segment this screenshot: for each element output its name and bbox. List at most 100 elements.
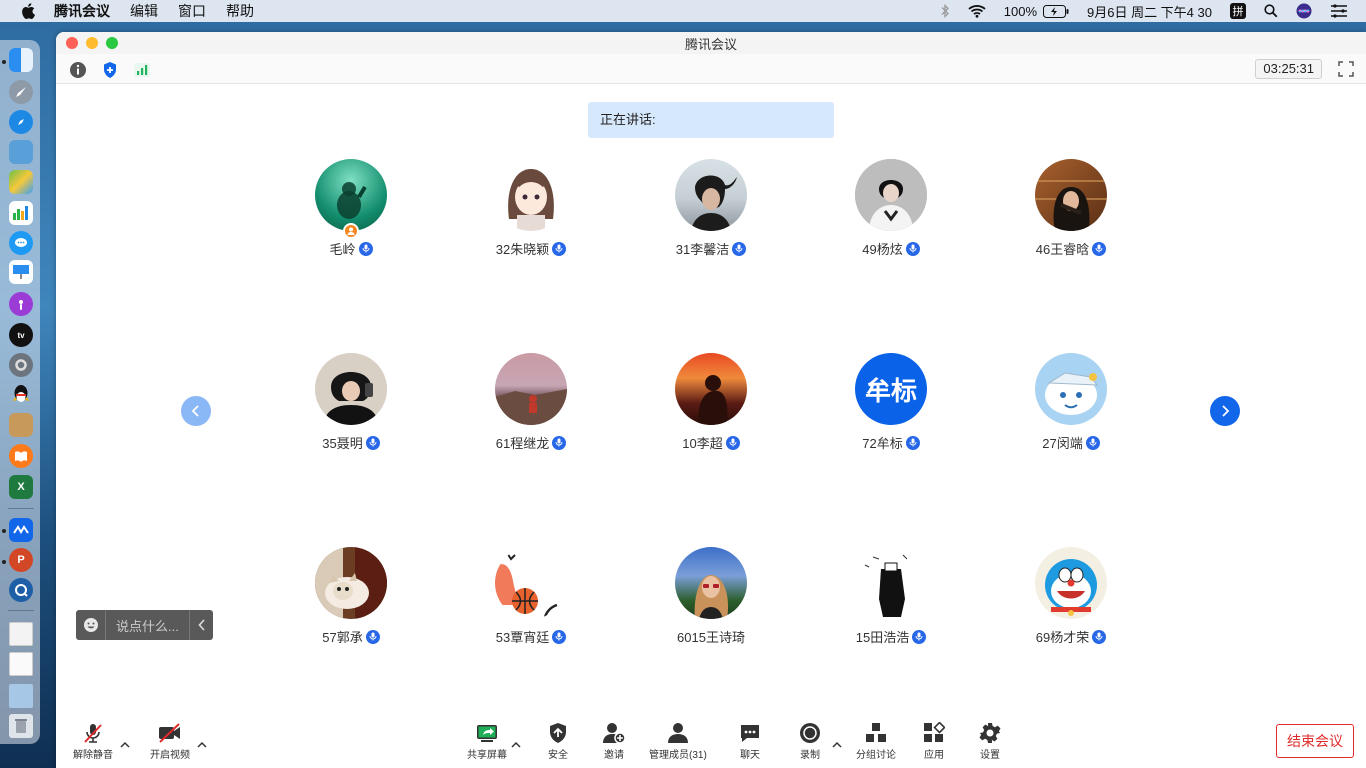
collapse-chat-button[interactable] xyxy=(189,610,213,640)
participant-tile[interactable]: 15田浩浩 xyxy=(821,547,961,657)
avatar xyxy=(675,547,747,619)
photo-thumbnail-icon[interactable] xyxy=(9,684,33,708)
participant-tile[interactable]: 32朱晓颖 xyxy=(461,159,601,269)
participant-name: 57郭承 xyxy=(322,630,363,645)
siri-icon[interactable] xyxy=(1296,3,1312,19)
emoji-icon[interactable] xyxy=(76,610,106,640)
share-options-caret-icon[interactable] xyxy=(511,736,521,748)
close-window-button[interactable] xyxy=(66,37,78,49)
fullscreen-icon[interactable] xyxy=(1338,61,1354,77)
record-button[interactable]: 录制 xyxy=(797,722,823,761)
control-center-icon[interactable] xyxy=(1330,4,1348,18)
zoom-window-button[interactable] xyxy=(106,37,118,49)
network-signal-icon[interactable] xyxy=(132,60,152,80)
participant-tile[interactable]: 49杨炫 xyxy=(821,159,961,269)
breakout-rooms-label: 分组讨论 xyxy=(856,750,896,761)
end-meeting-button[interactable]: 结束会议 xyxy=(1276,724,1354,758)
participant-name: 69杨才荣 xyxy=(1035,630,1090,645)
avatar xyxy=(855,159,927,231)
participant-tile[interactable]: 35聂明 xyxy=(281,353,421,463)
unmute-button[interactable]: 解除静音 xyxy=(73,722,113,761)
security-button[interactable]: 安全 xyxy=(545,722,571,761)
settings-button[interactable]: 设置 xyxy=(977,722,1003,761)
speaking-indicator: 正在讲话: xyxy=(588,102,834,138)
meeting-controls-bar: 解除静音 开启视频 共享屏幕 安全 邀请 管理成员(31) 聊天 录制 分组讨论… xyxy=(56,708,1366,768)
participant-tile[interactable]: 69杨才荣 xyxy=(1001,547,1141,657)
audio-options-caret-icon[interactable] xyxy=(120,736,130,748)
trash-icon[interactable] xyxy=(9,714,33,738)
tencent-meeting-icon[interactable] xyxy=(9,518,33,542)
safari-icon[interactable] xyxy=(9,110,33,134)
powerpoint-icon[interactable]: P xyxy=(9,548,33,572)
participant-tile[interactable]: 31李馨洁 xyxy=(641,159,781,269)
input-method-icon[interactable]: 拼 xyxy=(1230,3,1246,19)
avatar xyxy=(855,547,927,619)
minimize-window-button[interactable] xyxy=(86,37,98,49)
avatar xyxy=(315,547,387,619)
wifi-icon[interactable] xyxy=(968,4,986,18)
record-options-caret-icon[interactable] xyxy=(832,736,842,748)
next-page-button[interactable] xyxy=(1210,396,1240,426)
share-screen-icon xyxy=(474,722,500,744)
menu-edit[interactable]: 编辑 xyxy=(130,1,158,21)
participant-name: 53覃宵廷 xyxy=(495,630,550,645)
add-user-icon xyxy=(601,722,627,744)
podcasts-icon[interactable] xyxy=(9,292,33,316)
invite-button[interactable]: 邀请 xyxy=(601,722,627,761)
info-icon[interactable] xyxy=(68,60,88,80)
qq-icon[interactable] xyxy=(9,383,33,407)
quicktime-icon[interactable] xyxy=(9,578,33,602)
participant-tile[interactable]: 6015王诗琦 xyxy=(641,547,781,657)
excel-icon[interactable]: X xyxy=(9,475,33,499)
participant-name: 61程继龙 xyxy=(495,436,550,451)
messages-icon[interactable] xyxy=(9,231,33,255)
microphone-icon xyxy=(1092,241,1107,256)
launchpad-icon[interactable] xyxy=(9,80,33,104)
menu-help[interactable]: 帮助 xyxy=(226,1,254,21)
share-screen-button[interactable]: 共享屏幕 xyxy=(467,722,507,761)
notes-app-icon[interactable] xyxy=(9,413,33,437)
menu-app-name[interactable]: 腾讯会议 xyxy=(54,1,110,21)
participant-tile[interactable]: 57郭承 xyxy=(281,547,421,657)
participant-tile[interactable]: 毛岭 xyxy=(281,159,421,269)
document-thumbnail-icon[interactable] xyxy=(9,652,33,676)
document-thumbnail-icon[interactable] xyxy=(9,622,33,646)
microphone-icon xyxy=(912,629,927,644)
participant-tile[interactable]: 46王睿晗 xyxy=(1001,159,1141,269)
clock[interactable]: 9月6日 周二 下午4 30 xyxy=(1087,2,1212,21)
maps-icon[interactable] xyxy=(9,170,33,194)
menu-window[interactable]: 窗口 xyxy=(178,1,206,21)
participant-name: 毛岭 xyxy=(329,242,356,257)
microphone-icon xyxy=(1092,629,1107,644)
chat-input[interactable]: 说点什么... xyxy=(106,616,189,635)
participant-tile[interactable]: 10李超 xyxy=(641,353,781,463)
participant-tile[interactable]: 27闵端 xyxy=(1001,353,1141,463)
video-options-caret-icon[interactable] xyxy=(197,736,207,748)
battery-icon[interactable] xyxy=(1043,4,1069,18)
gear-icon xyxy=(977,722,1003,744)
spotlight-search-icon[interactable] xyxy=(1264,4,1278,18)
participant-tile[interactable]: 61程继龙 xyxy=(461,353,601,463)
security-label: 安全 xyxy=(548,750,568,761)
bluetooth-icon[interactable] xyxy=(940,4,950,18)
microphone-icon xyxy=(365,629,380,644)
apple-icon[interactable] xyxy=(20,3,36,19)
breakout-rooms-button[interactable]: 分组讨论 xyxy=(856,722,896,761)
finder-icon[interactable] xyxy=(9,48,33,72)
chat-button[interactable]: 聊天 xyxy=(737,722,763,761)
participant-tile[interactable]: 53覃宵廷 xyxy=(461,547,601,657)
manage-members-button[interactable]: 管理成员(31) xyxy=(649,722,707,761)
participant-tile[interactable]: 牟标 72牟标 xyxy=(821,353,961,463)
security-shield-icon[interactable] xyxy=(100,60,120,80)
keynote-icon[interactable] xyxy=(9,260,33,284)
start-video-button[interactable]: 开启视频 xyxy=(150,722,190,761)
numbers-icon[interactable] xyxy=(9,201,33,225)
books-icon[interactable] xyxy=(9,444,33,468)
microphone-icon xyxy=(552,435,567,450)
apps-button[interactable]: 应用 xyxy=(921,722,947,761)
preview-icon[interactable] xyxy=(9,140,33,164)
previous-page-button[interactable] xyxy=(181,396,211,426)
system-preferences-icon[interactable] xyxy=(9,353,33,377)
settings-label: 设置 xyxy=(980,750,1000,761)
apple-tv-icon[interactable]: tv xyxy=(9,323,33,347)
